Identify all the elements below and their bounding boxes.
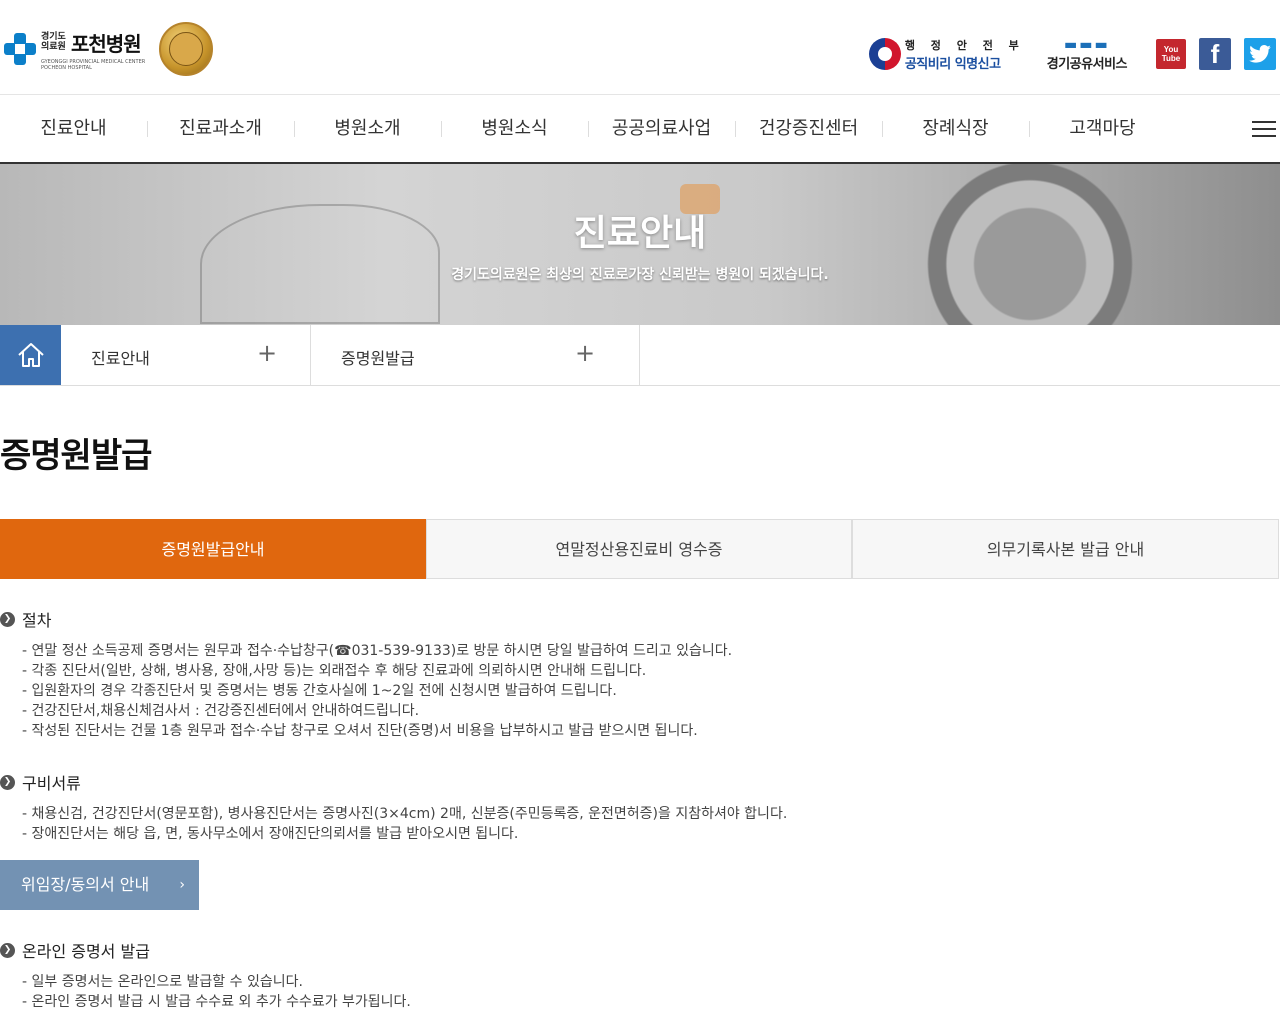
tab-certificate-guide[interactable]: 증명원발급안내 bbox=[0, 519, 426, 579]
logo-hospital-name: 포천병원 bbox=[71, 31, 142, 56]
nav-item-clinic-guide[interactable]: 진료안내 bbox=[0, 95, 147, 162]
breadcrumb-level1[interactable]: 진료안내 + bbox=[61, 325, 311, 385]
list-item: - 일부 증명서는 온라인으로 발급할 수 있습니다. bbox=[22, 974, 303, 990]
gov-report-label: 공직비리 익명신고 bbox=[904, 56, 1001, 72]
logo-english-name: GYEONGGI PROVINCIAL MEDICAL CENTER POCHE… bbox=[41, 58, 146, 71]
twitter-icon[interactable] bbox=[1244, 38, 1276, 70]
list-item: - 연말 정산 소득공제 증명서는 원무과 접수·수납창구(☎031-539-9… bbox=[22, 643, 733, 659]
plus-icon: + bbox=[575, 339, 596, 367]
chevron-circle-icon: ❯ bbox=[0, 611, 15, 627]
site-header: 경기도 의료원 포천병원 GYEONGGI PROVINCIAL MEDICAL… bbox=[0, 0, 1280, 95]
list-item: - 작성된 진단서는 건물 1층 원무과 접수·수납 창구로 오셔서 진단(증명… bbox=[22, 723, 698, 739]
section-procedure-label: 절차 bbox=[22, 611, 52, 630]
nav-item-about[interactable]: 병원소개 bbox=[294, 95, 441, 162]
chevron-right-icon: › bbox=[179, 877, 185, 893]
section-documents-label: 구비서류 bbox=[22, 774, 81, 793]
list-item: - 온라인 증명서 발급 시 발급 수수료 외 추가 수수료가 부가됩니다. bbox=[22, 994, 411, 1010]
nav-item-customer[interactable]: 고객마당 bbox=[1029, 95, 1176, 162]
gov-report-link[interactable]: 행 정 안 전 부 공직비리 익명신고 bbox=[868, 37, 1025, 72]
documents-list: - 채용신검, 건강진단서(영문포함), 병사용진단서는 증명사진(3×4cm)… bbox=[22, 804, 787, 844]
gyeonggi-share-link[interactable]: ▬▬▬ 경기공유서비스 bbox=[1046, 36, 1128, 72]
section-online-title: ❯ 온라인 증명서 발급 bbox=[0, 938, 150, 962]
banner-title: 진료안내 bbox=[573, 213, 707, 254]
nav-item-health-center[interactable]: 건강증진센터 bbox=[735, 95, 882, 162]
plus-icon: + bbox=[257, 339, 278, 367]
tab-medical-record-copy[interactable]: 의무기록사본 발급 안내 bbox=[852, 519, 1279, 579]
nav-item-public-health[interactable]: 공공의료사업 bbox=[588, 95, 735, 162]
breadcrumb-level1-label: 진료안내 bbox=[91, 349, 150, 368]
delegation-guide-label: 위임장/동의서 안내 bbox=[21, 875, 150, 894]
facebook-icon[interactable]: f bbox=[1199, 38, 1231, 70]
top-links: 행 정 안 전 부 공직비리 익명신고 ▬▬▬ 경기공유서비스 You Tube… bbox=[868, 34, 1276, 74]
breadcrumb: 진료안내 + 증명원발급 + bbox=[0, 325, 1280, 386]
tab-tax-receipt[interactable]: 연말정산용진료비 영수증 bbox=[426, 519, 852, 579]
gov-ministry-label: 행 정 안 전 부 bbox=[904, 38, 1025, 52]
breadcrumb-level2[interactable]: 증명원발급 + bbox=[311, 325, 640, 385]
delegation-guide-button[interactable]: 위임장/동의서 안내 › bbox=[0, 860, 199, 910]
nav-item-news[interactable]: 병원소식 bbox=[441, 95, 588, 162]
menu-hamburger-icon[interactable] bbox=[1252, 121, 1276, 137]
main-nav: 진료안내 진료과소개 병원소개 병원소식 공공의료사업 건강증진센터 장례식장 … bbox=[0, 95, 1280, 164]
section-documents-title: ❯ 구비서류 bbox=[0, 770, 81, 794]
facebook-label: f bbox=[1210, 38, 1220, 69]
online-list: - 일부 증명서는 온라인으로 발급할 수 있습니다. - 온라인 증명서 발급… bbox=[22, 972, 411, 1012]
share-label: 경기공유서비스 bbox=[1046, 56, 1128, 72]
seal-emblem-icon bbox=[159, 22, 213, 76]
logo-small-text: 경기도 의료원 bbox=[41, 32, 66, 52]
section-procedure-title: ❯ 절차 bbox=[0, 607, 51, 631]
procedure-list: - 연말 정산 소득공제 증명서는 원무과 접수·수납창구(☎031-539-9… bbox=[22, 641, 732, 741]
list-item: - 채용신검, 건강진단서(영문포함), 병사용진단서는 증명사진(3×4cm)… bbox=[22, 806, 788, 822]
home-icon[interactable] bbox=[0, 325, 61, 385]
youtube-label: You Tube bbox=[1161, 45, 1181, 63]
list-item: - 입원환자의 경우 각종진단서 및 증명서는 병동 간호사실에 1~2일 전에… bbox=[22, 683, 617, 699]
list-item: - 건강진단서,채용신체검사서 : 건강증진센터에서 안내하여드립니다. bbox=[22, 703, 420, 719]
breadcrumb-level2-label: 증명원발급 bbox=[341, 349, 415, 368]
list-item: - 장애진단서는 해당 읍, 면, 동사무소에서 장애진단의뢰서를 발급 받아오… bbox=[22, 826, 519, 842]
section-online-label: 온라인 증명서 발급 bbox=[22, 942, 150, 961]
content-tabs: 증명원발급안내 연말정산용진료비 영수증 의무기록사본 발급 안내 bbox=[0, 519, 1280, 579]
hospital-logo[interactable]: 경기도 의료원 포천병원 GYEONGGI PROVINCIAL MEDICAL… bbox=[4, 20, 213, 78]
chevron-circle-icon: ❯ bbox=[0, 774, 15, 790]
logo-text: 경기도 의료원 포천병원 GYEONGGI PROVINCIAL MEDICAL… bbox=[41, 28, 153, 71]
page-banner: 진료안내 경기도의료원은 최상의 진료로가장 신뢰받는 병원이 되겠습니다. bbox=[0, 164, 1280, 325]
youtube-icon[interactable]: You Tube bbox=[1156, 39, 1186, 69]
gov-taegeuk-icon bbox=[868, 38, 901, 70]
list-item: - 각종 진단서(일반, 상해, 병사용, 장애,사망 등)는 외래접수 후 해… bbox=[22, 663, 647, 679]
nav-item-funeral[interactable]: 장례식장 bbox=[882, 95, 1029, 162]
banner-subtitle: 경기도의료원은 최상의 진료로가장 신뢰받는 병원이 되겠습니다. bbox=[451, 267, 829, 283]
cross-logo-icon bbox=[4, 33, 36, 65]
share-logo-icon: ▬▬▬ bbox=[1064, 36, 1110, 53]
page-title: 증명원발급 bbox=[0, 436, 152, 476]
nav-item-departments[interactable]: 진료과소개 bbox=[147, 95, 294, 162]
chevron-circle-icon: ❯ bbox=[0, 942, 15, 958]
